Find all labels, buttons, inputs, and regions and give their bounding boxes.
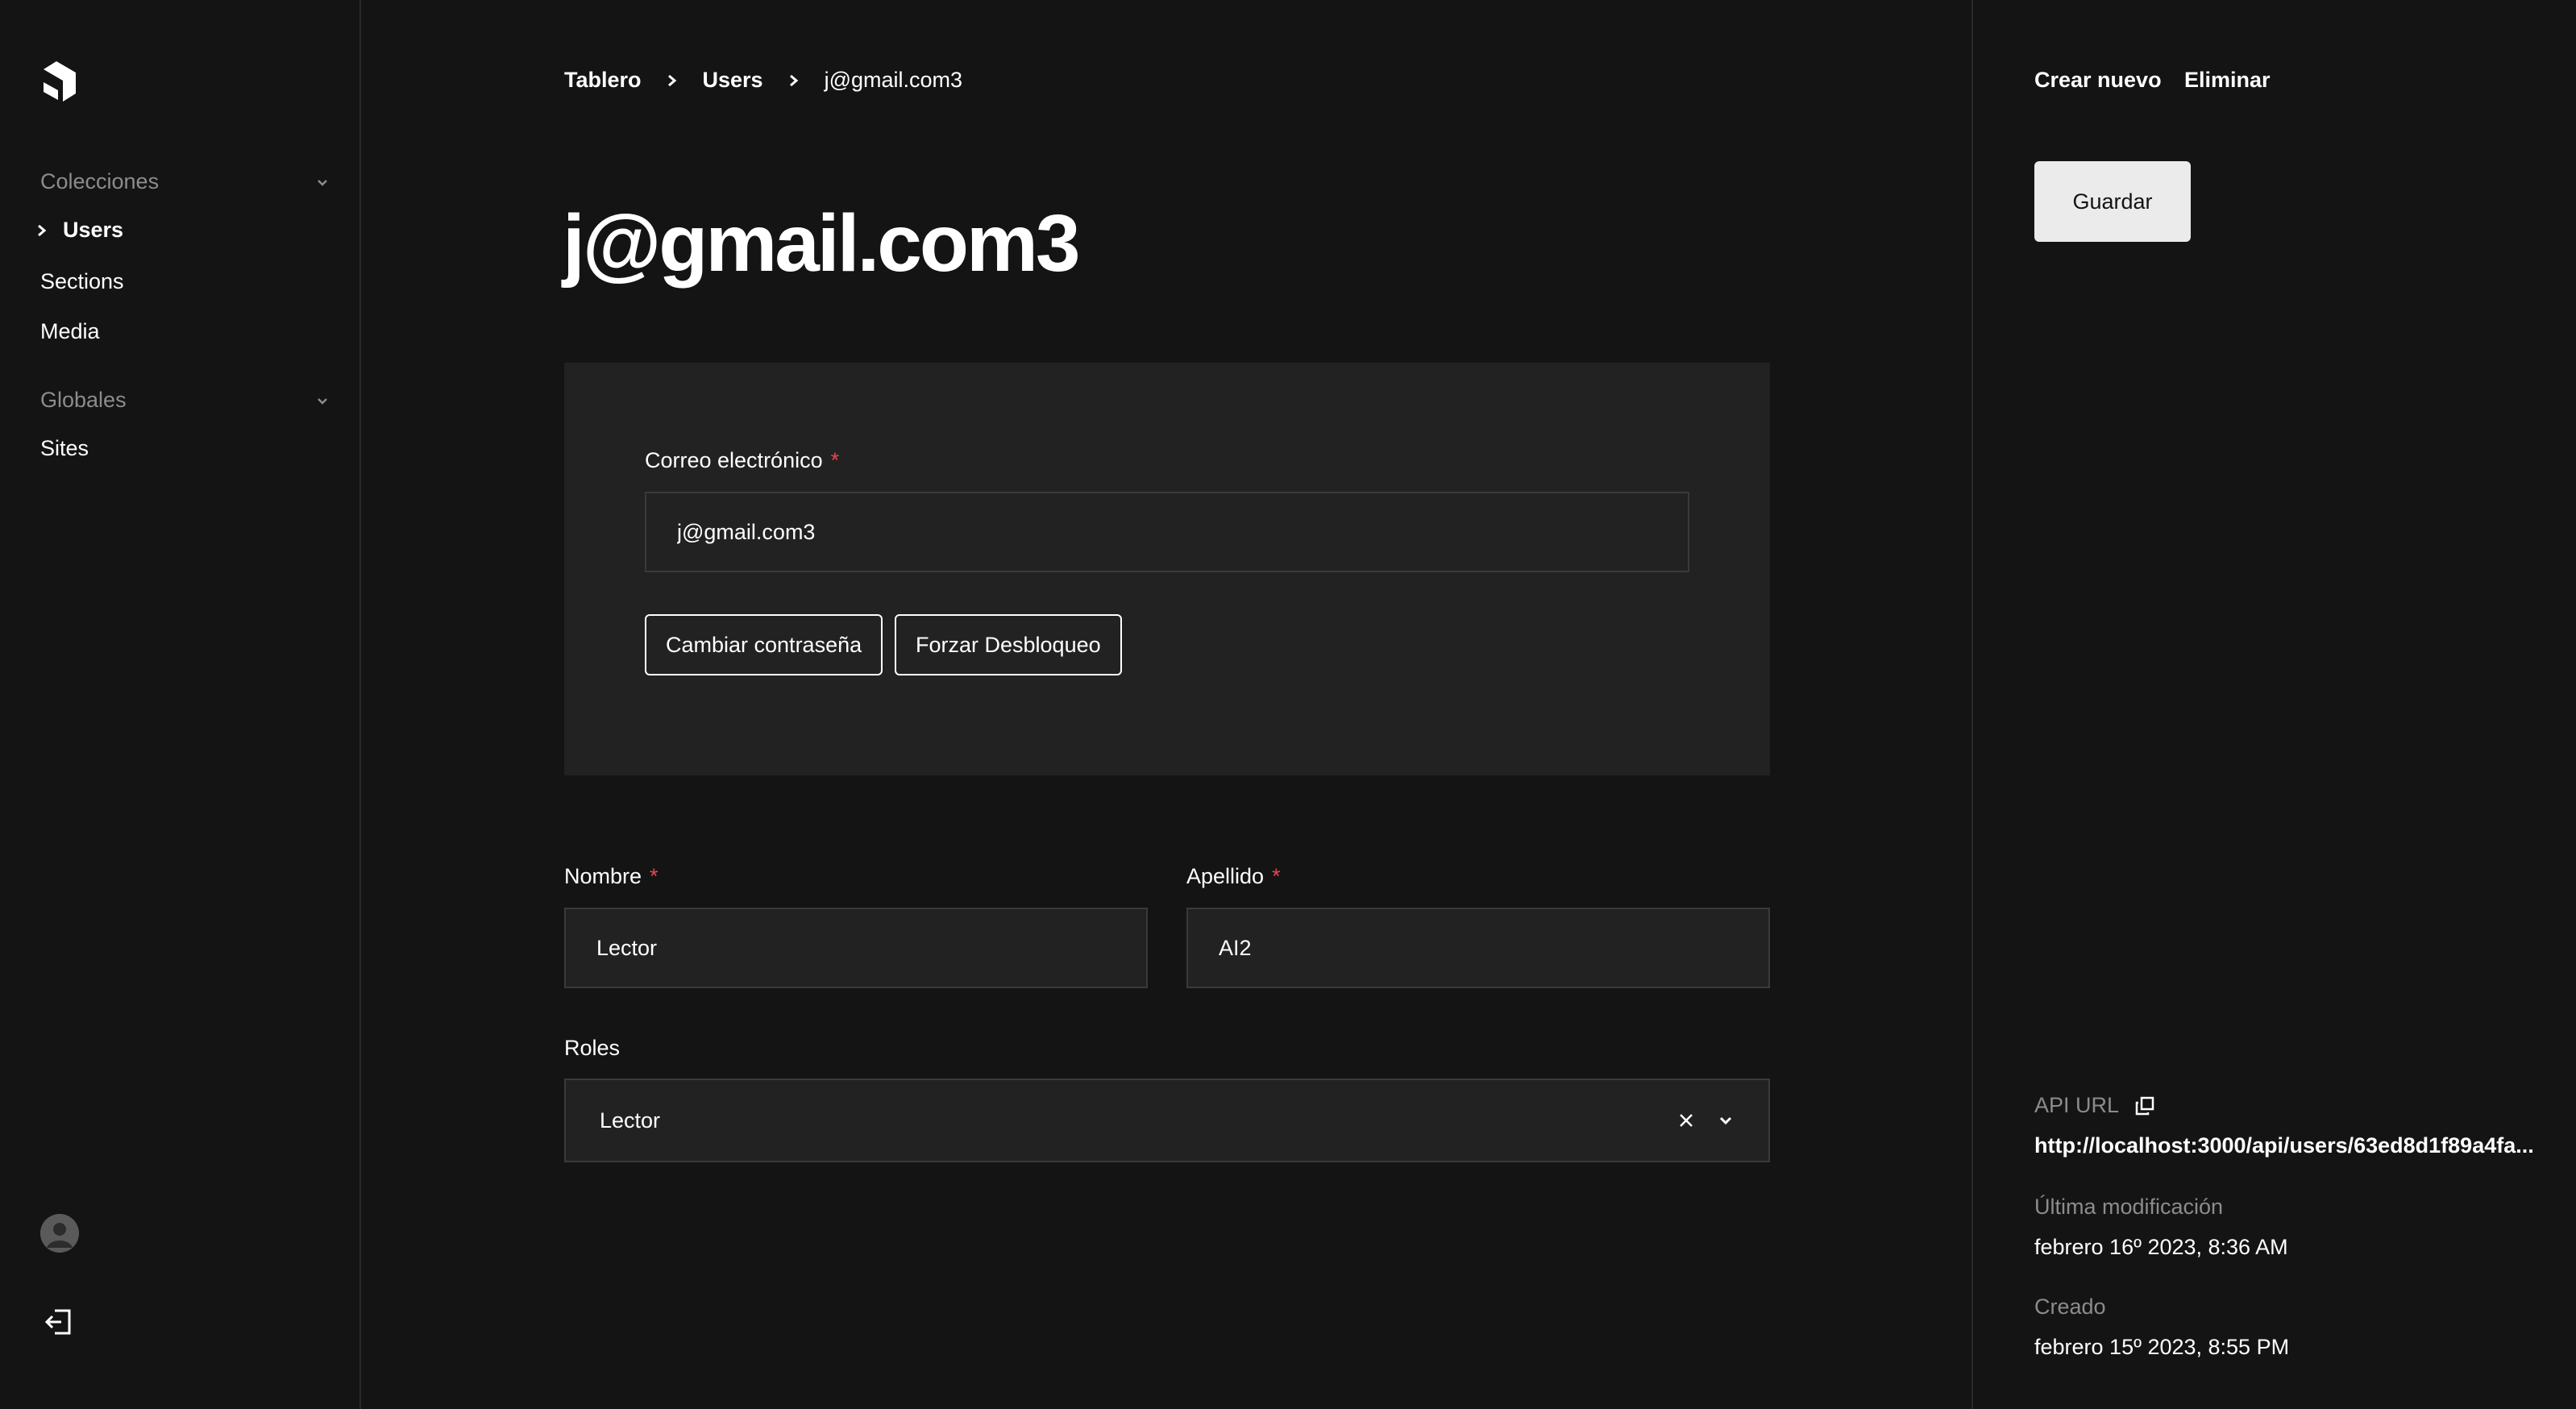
chevron-down-icon [318, 179, 327, 186]
required-mark: * [1272, 864, 1281, 888]
sidebar-item-label: Users [63, 218, 124, 242]
user-avatar-icon[interactable] [40, 1214, 79, 1253]
sidebar-item-label: Sections [40, 269, 124, 293]
modified-value: febrero 16º 2023, 8:36 AM [2034, 1235, 2288, 1259]
email-label-text: Correo electrónico [645, 448, 823, 472]
nav-group-label: Colecciones [40, 169, 160, 193]
sidebar-item-media[interactable]: Media [40, 319, 100, 344]
nav-group-colecciones[interactable]: Colecciones [40, 169, 330, 194]
last-name-field[interactable] [1186, 908, 1770, 988]
chevron-down-icon [318, 397, 327, 405]
created-label: Creado [2034, 1295, 2106, 1319]
breadcrumb: Tablero Users j@gmail.com3 [564, 68, 962, 93]
save-button[interactable]: Guardar [2034, 161, 2191, 242]
page-title: j@gmail.com3 [563, 198, 1080, 289]
last-name-label: Apellido * [1186, 864, 1281, 889]
breadcrumb-users[interactable]: Users [703, 68, 763, 93]
email-field[interactable] [645, 492, 1689, 572]
auth-card: Correo electrónico * Cambiar contraseña F… [564, 363, 1770, 775]
logout-icon[interactable] [44, 1306, 76, 1338]
sidebar-item-label: Media [40, 319, 100, 343]
first-name-field[interactable] [564, 908, 1148, 988]
roles-label: Roles [564, 1036, 621, 1060]
chevron-right-icon [38, 224, 47, 236]
chevron-right-icon [789, 74, 798, 86]
close-icon[interactable] [1676, 1111, 1696, 1130]
nav-group-label: Globales [40, 388, 127, 412]
sidebar-item-label: Sites [40, 436, 89, 460]
nav-group-globales[interactable]: Globales [40, 388, 330, 413]
email-label: Correo electrónico * [645, 448, 839, 473]
required-mark: * [830, 448, 840, 472]
last-name-label-text: Apellido [1186, 864, 1265, 888]
document-sidebar: Crear nuevo Eliminar Guardar API URL htt… [1971, 0, 2576, 1409]
created-value: febrero 15º 2023, 8:55 PM [2034, 1335, 2290, 1359]
required-mark: * [650, 864, 659, 888]
breadcrumb-tablero[interactable]: Tablero [564, 68, 642, 93]
sidebar: Colecciones Users Sections Media Globale… [0, 0, 361, 1409]
payload-logo-icon[interactable] [40, 61, 79, 102]
roles-select[interactable]: Lector [564, 1079, 1770, 1162]
change-password-button[interactable]: Cambiar contraseña [645, 614, 883, 675]
api-url-label-text: API URL [2034, 1093, 2120, 1117]
delete-button[interactable]: Eliminar [2184, 68, 2271, 93]
force-unlock-button[interactable]: Forzar Desbloqueo [895, 614, 1122, 675]
api-url-label: API URL [2034, 1093, 2156, 1118]
copy-icon[interactable] [2134, 1095, 2156, 1117]
modified-label: Última modificación [2034, 1195, 2224, 1219]
chevron-down-icon[interactable] [1717, 1112, 1735, 1129]
breadcrumb-current: j@gmail.com3 [824, 68, 963, 92]
app: Colecciones Users Sections Media Globale… [0, 0, 2576, 1409]
sidebar-item-sections[interactable]: Sections [40, 269, 124, 294]
roles-select-value: Lector [600, 1108, 661, 1133]
chevron-right-icon [667, 74, 676, 86]
create-new-button[interactable]: Crear nuevo [2034, 68, 2162, 93]
api-url-link[interactable]: http://localhost:3000/api/users/63ed8d1f… [2034, 1133, 2550, 1158]
sidebar-item-sites[interactable]: Sites [40, 436, 89, 461]
sidebar-item-users[interactable]: Users [35, 218, 123, 243]
first-name-label: Nombre * [564, 864, 659, 889]
first-name-label-text: Nombre [564, 864, 642, 888]
